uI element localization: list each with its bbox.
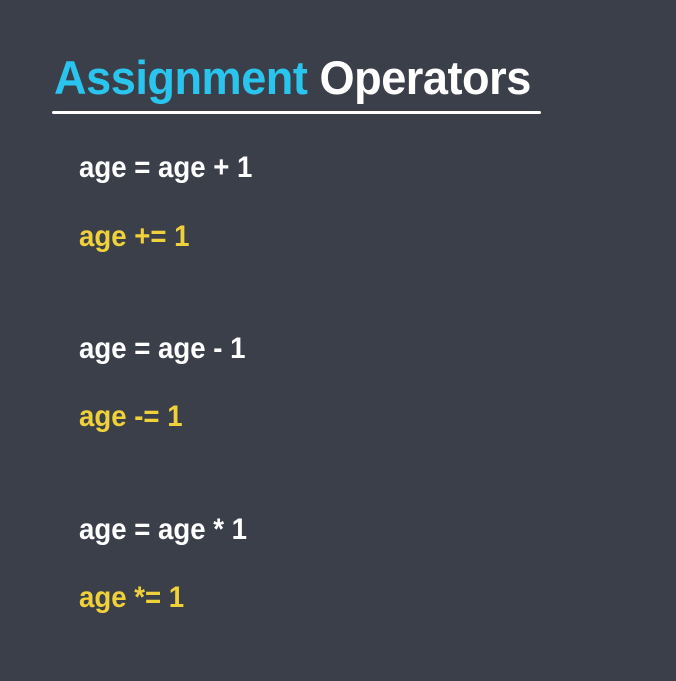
multiplication-shorthand: age *= 1	[79, 581, 185, 614]
multiplication-long-form: age = age * 1	[79, 513, 248, 546]
subtraction-long-form: age = age - 1	[79, 332, 246, 365]
subtraction-shorthand: age -= 1	[79, 400, 183, 433]
title-main-word: Operators	[319, 51, 532, 104]
slide-title: Assignment Operators	[54, 52, 531, 104]
title-underline	[52, 111, 541, 114]
addition-long-form: age = age + 1	[79, 151, 253, 184]
title-accent-word: Assignment	[54, 51, 308, 104]
addition-shorthand: age += 1	[79, 220, 190, 253]
